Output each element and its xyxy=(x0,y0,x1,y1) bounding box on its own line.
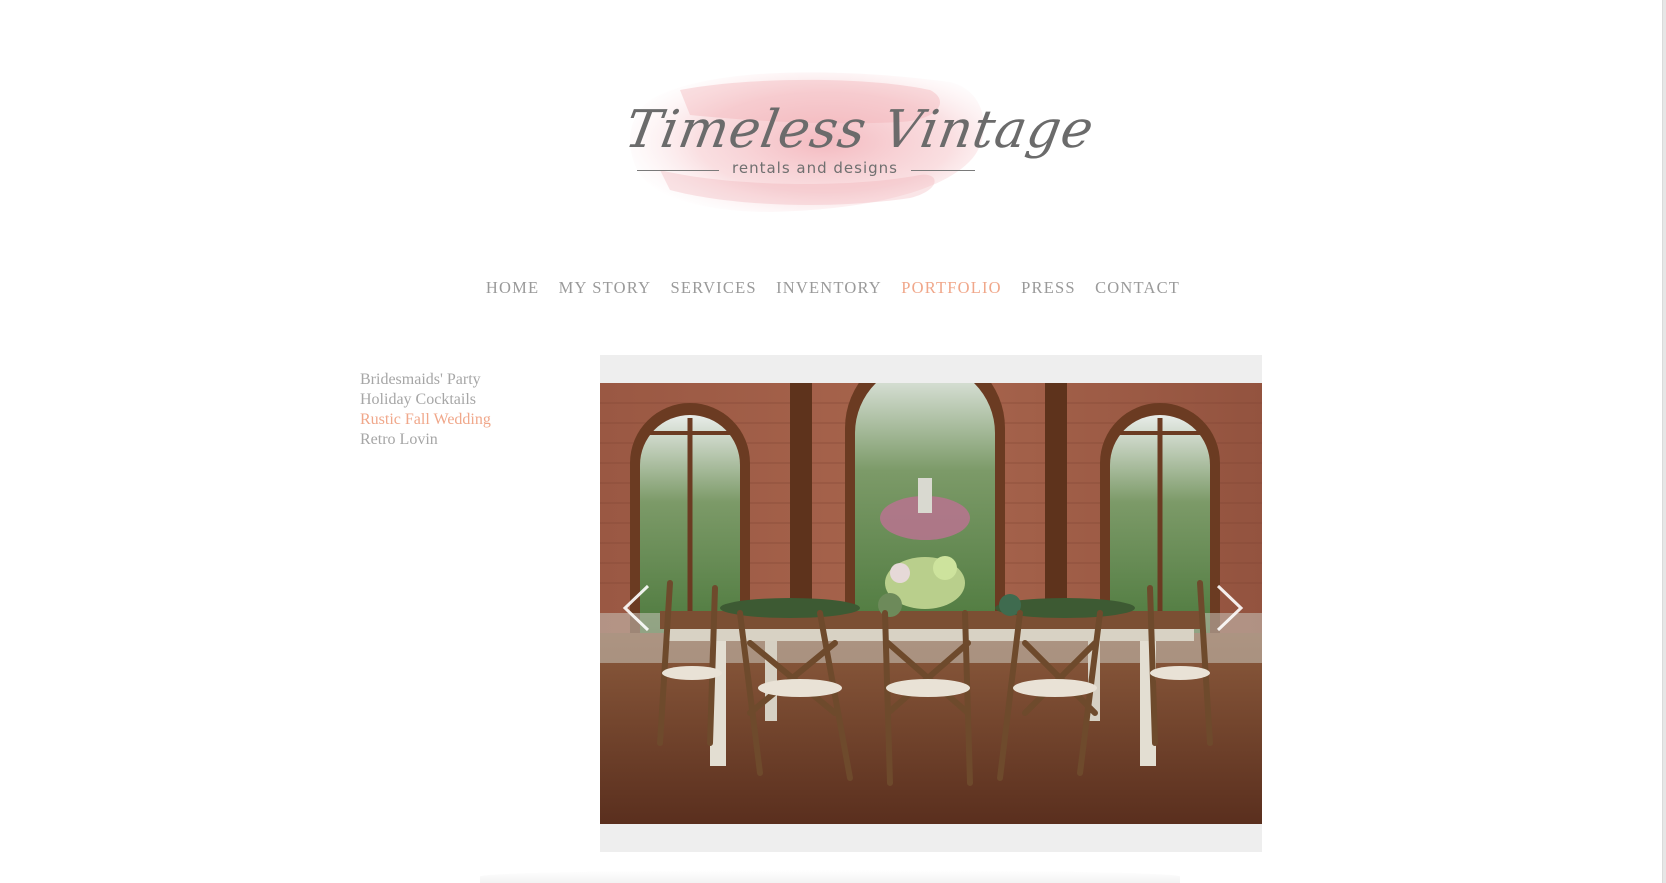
portfolio-category-list: Bridesmaids' Party Holiday Cocktails Rus… xyxy=(360,370,560,450)
logo-rule-left xyxy=(637,170,719,171)
site-logo[interactable]: Timeless Vintage rentals and designs xyxy=(620,60,1099,230)
chevron-right-icon[interactable] xyxy=(1212,583,1246,633)
chevron-left-icon[interactable] xyxy=(620,583,654,633)
logo-title: Timeless Vintage xyxy=(620,100,1099,160)
category-retro-lovin[interactable]: Retro Lovin xyxy=(360,430,560,450)
slideshow-photo[interactable] xyxy=(600,383,1262,824)
footer-fade xyxy=(480,870,1180,883)
nav-my-story[interactable]: MY STORY xyxy=(559,278,652,298)
nav-portfolio[interactable]: PORTFOLIO xyxy=(901,278,1002,298)
category-holiday-cocktails[interactable]: Holiday Cocktails xyxy=(360,390,560,410)
image-slideshow xyxy=(600,355,1262,852)
nav-press[interactable]: PRESS xyxy=(1021,278,1076,298)
nav-home[interactable]: HOME xyxy=(486,278,539,298)
nav-inventory[interactable]: INVENTORY xyxy=(776,278,882,298)
nav-contact[interactable]: CONTACT xyxy=(1095,278,1180,298)
category-rustic-fall-wedding[interactable]: Rustic Fall Wedding xyxy=(360,410,560,430)
main-nav: HOME MY STORY SERVICES INVENTORY PORTFOL… xyxy=(0,278,1666,298)
logo-subtitle: rentals and designs xyxy=(732,159,898,177)
nav-services[interactable]: SERVICES xyxy=(671,278,757,298)
category-bridesmaids-party[interactable]: Bridesmaids' Party xyxy=(360,370,560,390)
scrollbar[interactable] xyxy=(1662,0,1666,883)
rustic-table-photo xyxy=(600,383,1262,824)
logo-rule-right xyxy=(911,170,975,171)
